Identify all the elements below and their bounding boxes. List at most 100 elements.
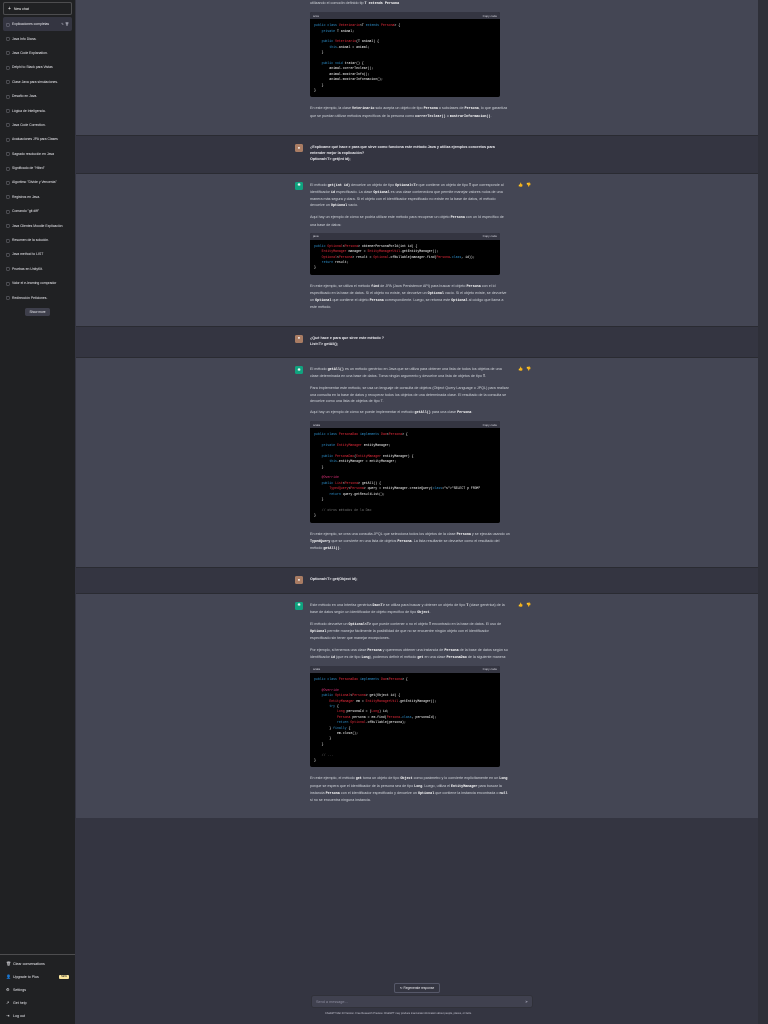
conversation-title: Redirección Peticiones. bbox=[12, 295, 48, 300]
code-language: scss bbox=[313, 13, 319, 18]
conversation-title: Delphi to Stack para Vistas bbox=[12, 65, 53, 70]
text: En este ejemplo, la clase bbox=[310, 106, 353, 111]
user-message: ● ¿Explícame qué hace e para que sirve co… bbox=[76, 135, 758, 173]
inline-code: Persona bbox=[456, 532, 471, 537]
conversation-title: Valor el e-learning comprador bbox=[12, 281, 57, 286]
sidebar-conversation-item[interactable]: ▢ Algoritmo "Divide y Vencerás" bbox=[3, 175, 72, 189]
text: El método bbox=[310, 366, 328, 371]
message-input[interactable]: Send a message... ➤ bbox=[311, 995, 533, 1008]
chat-thread[interactable]: utilizando el comodín definido tip T ext… bbox=[76, 0, 758, 1024]
sidebar-conversation-item[interactable]: ▢ Delphi to Stack para Vistas bbox=[3, 60, 72, 74]
text: En este ejemplo, se crea una consulta JP… bbox=[310, 531, 457, 536]
text: . bbox=[490, 113, 492, 118]
copy-code-button[interactable]: Copy code bbox=[483, 666, 497, 672]
sidebar-conversation-item[interactable]: ▢ Redirección Peticiones. bbox=[3, 290, 72, 304]
sidebar-conversation-item[interactable]: ▢ Resumen de la solución. bbox=[3, 233, 72, 247]
inline-code: Persona bbox=[450, 216, 465, 221]
text: solo acepta un objeto de tipo bbox=[374, 106, 424, 111]
conversation-title: Resumen de la solución. bbox=[12, 238, 50, 243]
code-content: public Optional<Persona> obtenerPersonaP… bbox=[314, 243, 475, 270]
text: . Luego, utiliza el bbox=[422, 783, 451, 788]
sidebar-conversation-item[interactable]: ▢ Sagrado resolución en Java bbox=[3, 147, 72, 161]
text: porque se espera que el identificador de… bbox=[310, 783, 415, 788]
message-paragraph: El método devuelve un Optional<T> que pu… bbox=[310, 621, 510, 642]
gear-icon: ⚙ bbox=[6, 987, 10, 992]
sidebar-conversation-item[interactable]: ▢ Clase Java para simulaciones. bbox=[3, 75, 72, 89]
inline-code: Persona bbox=[423, 107, 438, 112]
show-more-button[interactable]: Show more bbox=[25, 307, 50, 316]
message-paragraph: En este ejemplo, el método get toma un o… bbox=[310, 775, 510, 803]
get-help-button[interactable]: ↗ Get help bbox=[3, 996, 72, 1009]
text: encontrado en la base de datos. El uso d… bbox=[431, 621, 502, 626]
inline-code: Optional bbox=[417, 791, 435, 796]
thumbs-up-icon[interactable]: 👍 bbox=[518, 602, 523, 607]
user-avatar: ● bbox=[295, 576, 303, 585]
sidebar-conversation-item[interactable]: ▢ Desafio en Java. bbox=[3, 89, 72, 103]
thumbs-down-icon[interactable]: 👎 bbox=[526, 366, 531, 371]
inline-code: Optional bbox=[330, 204, 348, 209]
logout-button[interactable]: ⇥ Log out bbox=[3, 1009, 72, 1022]
assistant-avatar: ✺ bbox=[295, 365, 303, 374]
trash-icon[interactable]: 🗑 bbox=[65, 22, 69, 26]
inline-code: Long bbox=[361, 655, 370, 660]
text: que contiene la instancia encontrada o bbox=[434, 790, 500, 795]
scrollbar[interactable] bbox=[758, 0, 768, 1024]
sidebar-conversation-item[interactable]: ▢ Java Code Explanation. bbox=[3, 46, 72, 60]
settings-button[interactable]: ⚙ Settings bbox=[3, 983, 72, 996]
sidebar-conversation-item[interactable]: ▢ Java Code Correction. bbox=[3, 118, 72, 132]
paper-plane-icon[interactable]: ➤ bbox=[525, 999, 528, 1004]
text: En este ejemplo, se utiliza el método bbox=[310, 283, 372, 288]
text: que contiene el objeto bbox=[331, 298, 370, 303]
code-block: scala Copy code public class PersonaDao i… bbox=[310, 421, 500, 523]
regenerate-response-button[interactable]: ↻ Regenerate response bbox=[394, 983, 441, 993]
copy-code-button[interactable]: Copy code bbox=[483, 233, 497, 239]
user-message-text: ¿Explícame qué hace e para que sirve com… bbox=[310, 144, 495, 162]
text: especificado. La clase bbox=[335, 189, 374, 194]
sidebar-conversation-item[interactable]: ▢ Pruebas en UnityKit. bbox=[3, 262, 72, 276]
copy-code-button[interactable]: Copy code bbox=[483, 422, 497, 428]
sidebar-conversation-item[interactable]: ▢ Registros en Java. bbox=[3, 190, 72, 204]
thumbs-down-icon[interactable]: 👎 bbox=[526, 182, 531, 187]
edit-icon[interactable]: ✎ bbox=[61, 22, 64, 26]
new-chat-button[interactable]: + New chat bbox=[3, 2, 72, 15]
sidebar-conversation-item[interactable]: ▢ Explicaciones completas ✎ 🗑 bbox=[3, 17, 72, 32]
conversation-title: Java method to LIST bbox=[12, 252, 44, 257]
inline-code: Persona bbox=[325, 791, 340, 796]
thumbs-down-icon[interactable]: 👎 bbox=[526, 602, 531, 607]
external-link-icon: ↗ bbox=[6, 1000, 10, 1005]
thumbs-up-icon[interactable]: 👍 bbox=[518, 182, 523, 187]
plus-icon: + bbox=[8, 5, 11, 12]
thumbs-up-icon[interactable]: 👍 bbox=[518, 366, 523, 371]
conversation-title: Java Code Explanation. bbox=[12, 50, 48, 55]
inline-code: correrTeclear() bbox=[415, 114, 446, 119]
assistant-message: 👍 👎 ✺ El método get(int id) devuelve un o… bbox=[76, 173, 758, 326]
sidebar-conversation-item[interactable]: ▢ Avaluaciones JPA para Clases bbox=[3, 132, 72, 146]
upgrade-button[interactable]: 👤 Upgrade to Plus NEW bbox=[3, 970, 72, 983]
clear-conversations-button[interactable]: 🗑 Clear conversations bbox=[3, 957, 72, 970]
message-paragraph: En este ejemplo, la clase Veterinario so… bbox=[310, 105, 510, 119]
copy-code-button[interactable]: Copy code bbox=[483, 13, 497, 19]
sidebar-conversation-item[interactable]: ▢ Valor el e-learning comprador bbox=[3, 276, 72, 290]
inline-code: Persona bbox=[369, 299, 384, 304]
logout-label: Log out bbox=[13, 1013, 25, 1018]
conversation-list: ▢ Explicaciones completas ✎ 🗑 ▢ Java Info Dia… bbox=[3, 17, 72, 305]
new-chat-label: New chat bbox=[13, 6, 29, 11]
message-paragraph: Aquí hay un ejemplo de cómo se podría ut… bbox=[310, 214, 510, 227]
sidebar-conversation-item[interactable]: ▢ Lógica de Inteligencia. bbox=[3, 103, 72, 117]
text: si no se encuentra ninguna instancia. bbox=[310, 798, 371, 803]
sidebar-conversation-item[interactable]: ▢ Java Clientes Moodle Explicación bbox=[3, 218, 72, 232]
inline-code: TypedQuery bbox=[310, 539, 331, 544]
text: de la siguiente manera: bbox=[466, 654, 507, 659]
conversation-title: Comando "git diff" bbox=[12, 209, 40, 214]
sidebar-conversation-item[interactable]: ▢ Comando "git diff" bbox=[3, 204, 72, 218]
inline-code: getAll() bbox=[414, 410, 431, 415]
footer-disclaimer: ChatGPT Mar 23 Version. Free Research Pr… bbox=[325, 1012, 472, 1015]
trash-icon: 🗑 bbox=[6, 961, 12, 966]
inline-code: Optional bbox=[373, 190, 390, 195]
sidebar-conversation-item[interactable]: ▢ Java method to LIST bbox=[3, 247, 72, 261]
user-avatar: ● bbox=[295, 143, 303, 152]
inline-code: find bbox=[371, 284, 380, 289]
sidebar-conversation-item[interactable]: ▢ Java Info Diana. bbox=[3, 31, 72, 45]
sidebar-conversation-item[interactable]: ▢ Significado de "Hibrd" bbox=[3, 161, 72, 175]
conversation-title: Java Info Diana. bbox=[12, 36, 37, 41]
